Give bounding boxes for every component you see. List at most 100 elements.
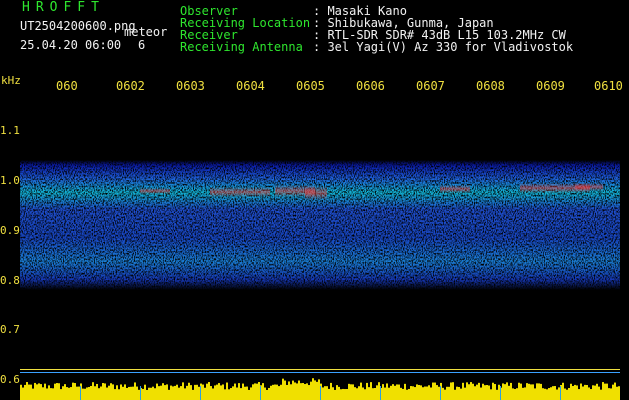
signal-bar <box>564 388 566 400</box>
signal-bar <box>128 386 130 400</box>
signal-bar <box>70 387 72 400</box>
signal-bar <box>442 387 444 400</box>
baseline-line <box>20 369 620 370</box>
signal-bar <box>574 384 576 400</box>
signal-bar <box>452 382 454 400</box>
signal-bar <box>588 387 590 400</box>
signal-bar <box>228 389 230 400</box>
signal-bar <box>314 380 316 400</box>
signal-bar <box>368 387 370 400</box>
signal-bar <box>144 384 146 400</box>
signal-bar <box>66 387 68 400</box>
signal-bar <box>154 388 156 400</box>
signal-bar <box>194 384 196 400</box>
signal-bar <box>406 389 408 400</box>
signal-bar <box>618 386 620 400</box>
signal-bar <box>372 388 374 400</box>
signal-bar <box>258 382 260 400</box>
signal-bar <box>546 389 548 400</box>
signal-bar <box>190 385 192 400</box>
signal-bar <box>236 387 238 400</box>
observation-datetime: 25.04.20 06:00 <box>20 38 122 52</box>
signal-bar <box>408 388 410 400</box>
signal-bar <box>306 383 308 400</box>
signal-bar <box>418 384 420 400</box>
signal-bar <box>294 382 296 400</box>
signal-bar <box>612 384 614 400</box>
signal-bar <box>322 387 324 400</box>
signal-bar <box>254 383 256 400</box>
signal-bar <box>196 384 198 400</box>
signal-bar <box>148 387 150 400</box>
signal-bar <box>522 387 524 400</box>
signal-bar <box>176 384 178 400</box>
app-brand: HROFFT <box>22 0 105 15</box>
signal-bar <box>156 383 158 400</box>
hotspot <box>140 188 170 194</box>
time-tick-label: 0609 <box>536 79 565 93</box>
signal-bar <box>290 384 292 400</box>
signal-bar <box>410 386 412 400</box>
file-name: UT2504200600.png <box>20 19 136 33</box>
signal-bar <box>508 385 510 400</box>
signal-bar <box>470 382 472 400</box>
signal-bar <box>212 388 214 400</box>
y-tick-label: 0.6 <box>0 373 20 386</box>
signal-bar <box>516 388 518 400</box>
signal-bar <box>422 387 424 400</box>
signal-bar <box>62 386 64 400</box>
signal-bar <box>530 384 532 400</box>
signal-bar <box>116 385 118 400</box>
signal-bar <box>526 383 528 400</box>
signal-bar <box>346 389 348 400</box>
minute-marker <box>320 386 321 400</box>
signal-bar <box>270 385 272 400</box>
signal-bar <box>44 383 46 400</box>
minute-marker <box>140 386 141 400</box>
signal-bar <box>216 384 218 400</box>
signal-bar <box>458 386 460 400</box>
signal-bar <box>178 387 180 400</box>
signal-bar <box>158 386 160 400</box>
signal-bar <box>354 387 356 400</box>
signal-bar <box>332 387 334 400</box>
signal-bar <box>402 388 404 400</box>
signal-bar <box>590 389 592 400</box>
signal-bar <box>568 387 570 400</box>
signal-bar <box>498 384 500 400</box>
signal-bar <box>142 388 144 400</box>
time-tick-label: 0608 <box>476 79 505 93</box>
signal-bar <box>304 384 306 400</box>
signal-bar <box>250 387 252 400</box>
signal-bar <box>550 387 552 400</box>
signal-bar <box>584 384 586 400</box>
signal-bar <box>186 385 188 400</box>
signal-bar <box>118 389 120 400</box>
signal-bar <box>342 388 344 400</box>
noise-grain <box>20 160 620 290</box>
y-tick-label: 0.9 <box>0 224 20 237</box>
minute-marker <box>560 386 561 400</box>
signal-bar <box>598 386 600 400</box>
signal-bar <box>174 385 176 400</box>
signal-bar <box>230 388 232 400</box>
signal-bar <box>370 382 372 400</box>
signal-bar <box>206 383 208 400</box>
signal-bar <box>296 383 298 400</box>
signal-bar <box>100 386 102 400</box>
signal-bar <box>58 383 60 400</box>
signal-bar <box>202 384 204 400</box>
antenna-label: Receiving Antenna <box>180 40 303 54</box>
signal-bar <box>252 384 254 400</box>
signal-bar <box>338 386 340 400</box>
signal-bar <box>170 385 172 400</box>
signal-bar <box>20 384 22 400</box>
signal-bar <box>120 384 122 400</box>
signal-bar <box>298 380 300 400</box>
signal-bar <box>424 386 426 400</box>
signal-bar <box>316 381 318 400</box>
signal-bar <box>134 382 136 400</box>
baseline-line-blue <box>20 372 620 373</box>
signal-bar <box>172 386 174 400</box>
signal-bar <box>468 384 470 400</box>
